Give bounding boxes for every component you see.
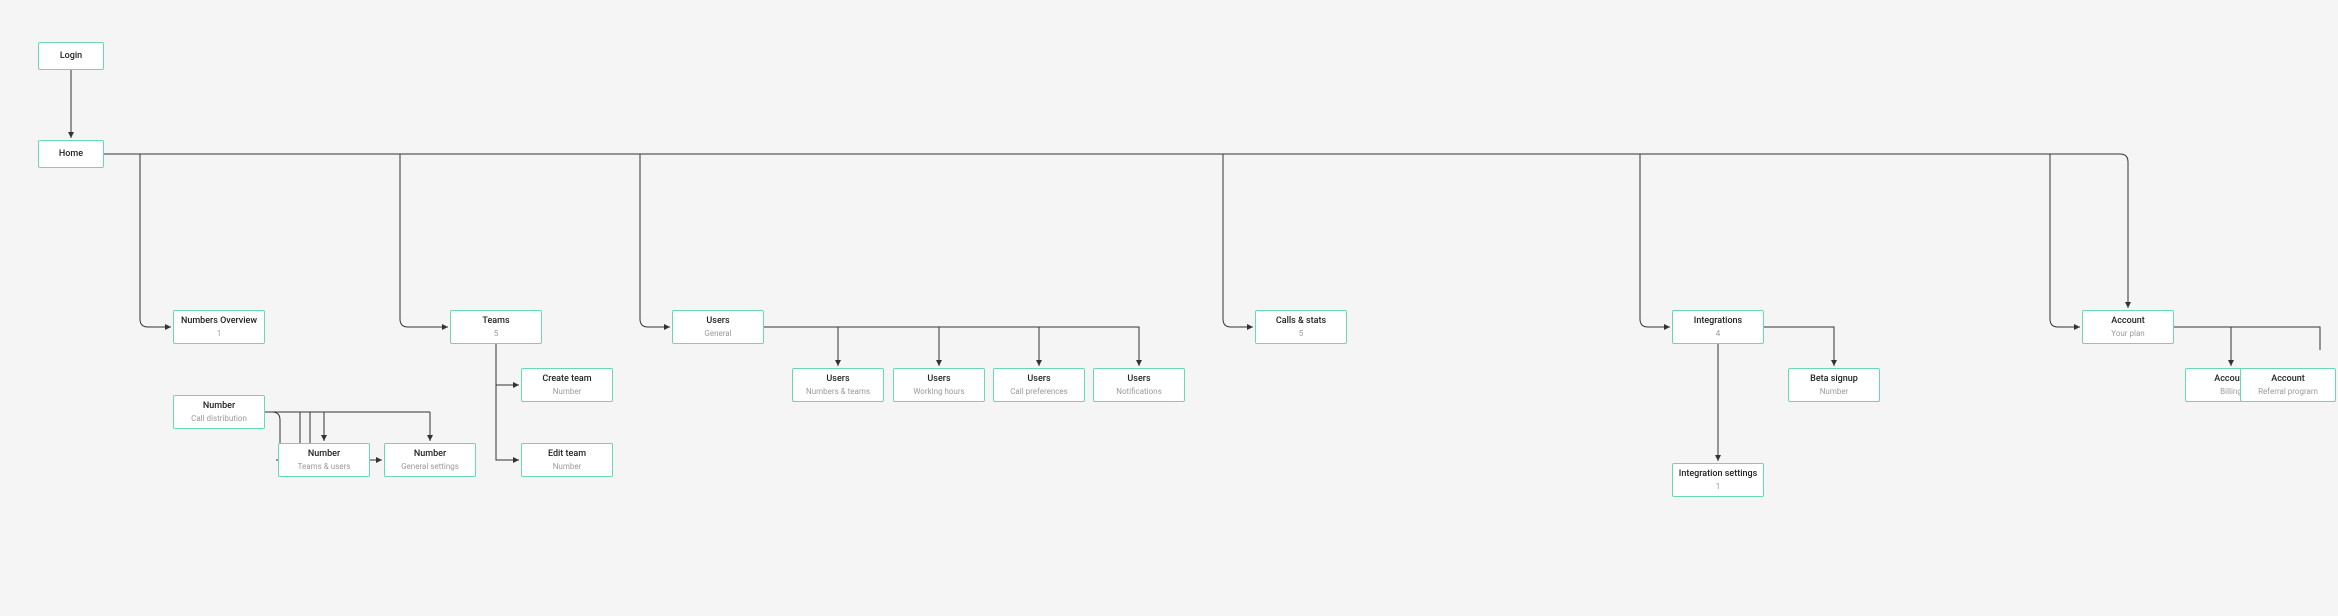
- node-title: Calls & stats: [1276, 316, 1326, 327]
- node-subtitle: Your plan: [2111, 329, 2144, 339]
- node-users[interactable]: Users General: [672, 310, 764, 344]
- node-title: Developers: [2264, 316, 2309, 327]
- node-subtitle: 5: [1299, 329, 1304, 339]
- node-title: Number: [308, 449, 340, 460]
- node-title: Home: [59, 149, 83, 160]
- node-title: Users: [927, 374, 950, 385]
- node-users-working-hours[interactable]: Users Working hours: [893, 368, 985, 402]
- node-title: Account: [2111, 316, 2144, 327]
- node-subtitle: Teams & users: [298, 462, 351, 472]
- node-number-teams-users[interactable]: Number Teams & users: [278, 443, 370, 477]
- node-title: Integration settings: [1679, 469, 1757, 480]
- node-subtitle: Call distribution: [191, 414, 247, 424]
- node-subtitle: 4: [1716, 329, 1721, 339]
- node-subtitle: Call preferences: [1010, 387, 1068, 397]
- node-users-numbers-teams[interactable]: Users Numbers & teams: [792, 368, 884, 402]
- node-title: Integrations: [1694, 316, 1742, 327]
- node-subtitle: Notifications: [1116, 387, 1161, 397]
- node-subtitle: Number: [553, 462, 582, 472]
- node-home[interactable]: Home: [38, 140, 104, 168]
- node-title: Account: [2271, 374, 2304, 385]
- node-integration-settings[interactable]: Integration settings 1: [1672, 463, 1764, 497]
- node-teams[interactable]: Teams 5: [450, 310, 542, 344]
- node-subtitle: Numbers & teams: [806, 387, 870, 397]
- sitemap-canvas: { "nodes": { "login": { "title": "Login"…: [0, 0, 2338, 616]
- node-subtitle: Number: [553, 387, 582, 397]
- node-subtitle: 5: [494, 329, 499, 339]
- node-number-general-settings[interactable]: Number General settings: [384, 443, 476, 477]
- node-title: Users: [1027, 374, 1050, 385]
- node-title: Webhooks: [2210, 474, 2252, 485]
- node-integrations[interactable]: Integrations 4: [1672, 310, 1764, 344]
- node-subtitle: 1: [217, 329, 222, 339]
- node-title: Number: [414, 449, 446, 460]
- node-subtitle: General: [704, 329, 731, 339]
- node-title: Users: [706, 316, 729, 327]
- node-subtitle: Referral program: [2258, 387, 2318, 397]
- node-users-call-preferences[interactable]: Users Call preferences: [993, 368, 1085, 402]
- node-subtitle: Billing: [2220, 387, 2242, 397]
- node-subtitle: 5: [2284, 329, 2289, 339]
- node-title: Beta signup: [1810, 374, 1858, 385]
- connectors: [0, 0, 2338, 616]
- node-title: Numbers Overview: [181, 316, 257, 327]
- node-title: Webhook settings: [2252, 531, 2324, 542]
- node-number-call-distribution[interactable]: Number Call distribution: [173, 395, 265, 429]
- node-login[interactable]: Login: [38, 42, 104, 70]
- node-create-team[interactable]: Create team Number: [521, 368, 613, 402]
- node-title: Teams: [482, 316, 509, 327]
- node-calls-stats[interactable]: Calls & stats 5: [1255, 310, 1347, 344]
- node-subtitle: 1: [1716, 482, 1721, 492]
- node-subtitle: Number: [2217, 487, 2246, 497]
- node-beta-signup[interactable]: Beta signup Number: [1788, 368, 1880, 402]
- node-title: Users: [1127, 374, 1150, 385]
- node-title: Number: [203, 401, 235, 412]
- node-subtitle: Number: [2217, 423, 2246, 433]
- node-subtitle: Working hours: [913, 387, 964, 397]
- node-title: Users: [826, 374, 849, 385]
- node-subtitle: Number: [2274, 544, 2303, 554]
- node-edit-team[interactable]: Edit team Number: [521, 443, 613, 477]
- node-subtitle: Number: [1820, 387, 1849, 397]
- node-title: Create team: [542, 374, 591, 385]
- node-title: Login: [60, 51, 82, 62]
- node-account-referral[interactable]: Account Referral program: [2240, 368, 2336, 402]
- node-users-notifications[interactable]: Users Notifications: [1093, 368, 1185, 402]
- node-title: Api keys: [2214, 410, 2248, 421]
- node-title: Edit team: [548, 449, 586, 460]
- node-account[interactable]: Account Your plan: [2082, 310, 2174, 344]
- node-numbers-overview[interactable]: Numbers Overview 1: [173, 310, 265, 344]
- node-subtitle: General settings: [401, 462, 459, 472]
